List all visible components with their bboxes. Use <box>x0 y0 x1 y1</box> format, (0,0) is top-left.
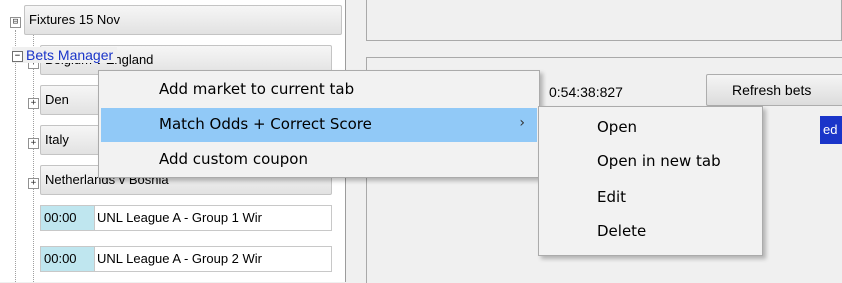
time-label: 0:54:38:827 <box>549 84 623 100</box>
menu-item-label: Match Odds + Correct Score <box>159 115 372 133</box>
collapse-icon[interactable]: − <box>12 51 23 62</box>
submenu-item-delete[interactable]: Delete <box>541 215 760 249</box>
bets-manager-header: − Bets Manager <box>12 47 118 63</box>
bets-manager-title: Bets Manager <box>26 47 114 63</box>
tree-connector-line <box>33 35 34 282</box>
tree-node-label: Italy <box>45 132 69 147</box>
tree-node-label: Den <box>45 92 69 107</box>
submenu-item-open[interactable]: Open <box>541 111 760 145</box>
menu-item-label: Edit <box>597 188 627 206</box>
menu-item-label: Open in new tab <box>597 152 721 170</box>
fixture-row[interactable]: 00:00 UNL League A - Group 1 Wir <box>40 205 332 231</box>
menu-item-add-market[interactable]: Add market to current tab <box>101 73 537 107</box>
chevron-right-icon: › <box>519 115 525 131</box>
tree-node-fixtures-15-nov[interactable]: Fixtures 15 Nov <box>24 5 342 35</box>
refresh-bets-button[interactable]: Refresh bets <box>706 74 842 106</box>
expand-icon[interactable]: + <box>28 98 39 109</box>
fixture-row[interactable]: 00:00 UNL League A - Group 2 Wir <box>40 246 332 272</box>
submenu-item-open-in-new-tab[interactable]: Open in new tab <box>541 145 760 179</box>
fixture-time: 00:00 <box>41 206 95 230</box>
menu-item-label: Add market to current tab <box>159 80 355 98</box>
expand-icon[interactable]: + <box>28 138 39 149</box>
expand-icon[interactable]: + <box>28 178 39 189</box>
context-menu: Add market to current tab Match Odds + C… <box>98 70 540 178</box>
menu-item-label: Add custom coupon <box>159 150 308 168</box>
fixture-name: UNL League A - Group 2 Wir <box>97 251 262 266</box>
top-panel <box>366 0 842 41</box>
fixture-time: 00:00 <box>41 247 95 271</box>
menu-item-match-odds-correct-score[interactable]: Match Odds + Correct Score › <box>101 108 537 142</box>
fixture-name: UNL League A - Group 1 Wir <box>97 210 262 225</box>
tree-node-label: Fixtures 15 Nov <box>29 12 121 27</box>
submenu-item-edit[interactable]: Edit <box>541 181 760 215</box>
menu-item-label: Delete <box>597 222 647 240</box>
collapse-icon[interactable]: ⊟ <box>10 17 21 28</box>
menu-item-label: Open <box>597 118 638 136</box>
tree-connector-line <box>15 30 16 282</box>
menu-item-add-custom-coupon[interactable]: Add custom coupon <box>101 143 537 177</box>
bets-tab[interactable]: ed <box>820 116 842 144</box>
submenu: Open Open in new tab Edit Delete <box>538 106 763 256</box>
